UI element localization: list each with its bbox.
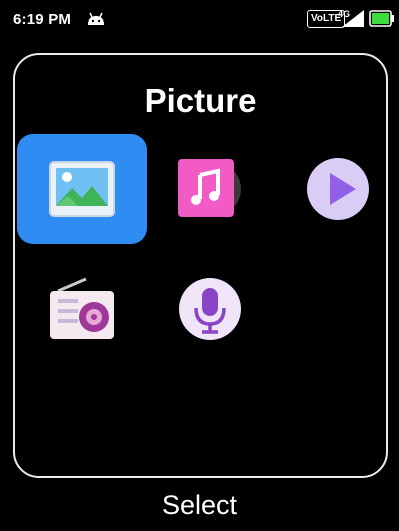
status-time: 6:19 PM <box>13 11 72 28</box>
radio-icon <box>50 277 114 339</box>
android-icon <box>88 12 104 25</box>
microphone-icon <box>179 278 241 340</box>
app-menu-panel: Picture <box>13 53 388 478</box>
app-recorder[interactable] <box>145 254 275 364</box>
battery-icon <box>369 10 394 27</box>
select-softkey[interactable]: Select <box>0 490 399 521</box>
network-type-label: 4G <box>338 9 350 19</box>
app-music[interactable] <box>141 134 271 244</box>
app-gallery[interactable] <box>17 134 147 244</box>
music-note-icon <box>178 159 241 217</box>
status-bar: 6:19 PM VoLTE 4G <box>0 0 399 40</box>
page-title: Picture <box>144 82 257 119</box>
app-fm-radio[interactable] <box>17 254 147 364</box>
image-icon <box>49 161 115 217</box>
signal-icon: 4G <box>338 9 364 27</box>
app-video[interactable] <box>273 134 399 244</box>
play-icon <box>307 158 369 220</box>
